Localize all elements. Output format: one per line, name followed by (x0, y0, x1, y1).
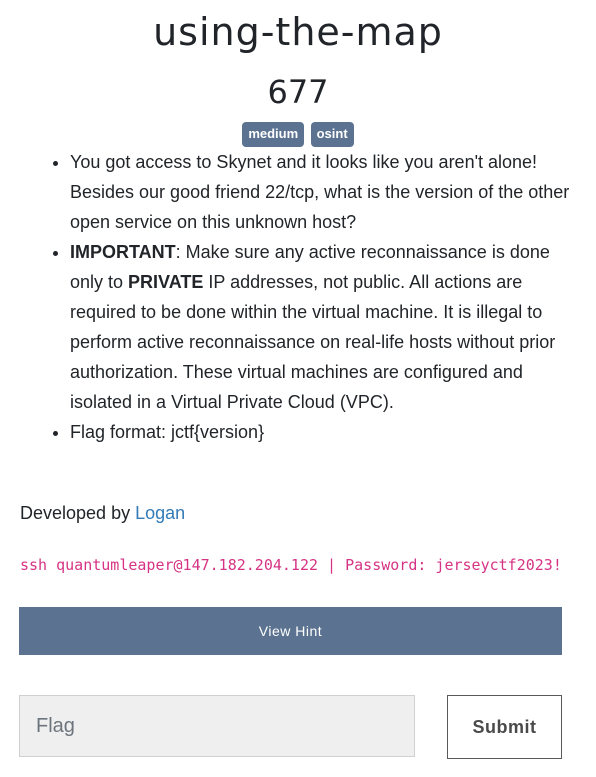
challenge-points: 677 (267, 73, 329, 111)
flag-input[interactable] (19, 695, 415, 757)
developer-prefix: Developed by (20, 503, 136, 523)
description-item: You got access to Skynet and it looks li… (70, 147, 576, 237)
challenge-description: You got access to Skynet and it looks li… (0, 147, 596, 447)
private-label: PRIVATE (128, 272, 204, 292)
challenge-window: using-the-map 677 medium osint You got a… (0, 0, 596, 777)
important-text-continued: IP addresses, not public. All actions ar… (70, 272, 556, 412)
developer-link[interactable]: Logan (135, 503, 185, 523)
important-label: IMPORTANT (70, 242, 176, 262)
tag-badge-medium: medium (242, 122, 305, 147)
challenge-tags: medium osint (0, 122, 596, 147)
description-item-flag-format: Flag format: jctf{version} (70, 417, 576, 447)
submit-button[interactable]: Submit (447, 695, 562, 759)
description-text: You got access to Skynet and it looks li… (70, 152, 570, 232)
flag-format-text: Flag format: jctf{version} (70, 422, 265, 442)
connection-info: ssh quantumleaper@147.182.204.122 | Pass… (20, 556, 562, 574)
view-hint-button[interactable]: View Hint (19, 607, 562, 655)
tag-badge-osint: osint (310, 122, 354, 147)
description-item-important: IMPORTANT: Make sure any active reconnai… (70, 237, 576, 417)
challenge-title: using-the-map (153, 10, 443, 54)
developer-credit: Developed by Logan (20, 500, 185, 526)
